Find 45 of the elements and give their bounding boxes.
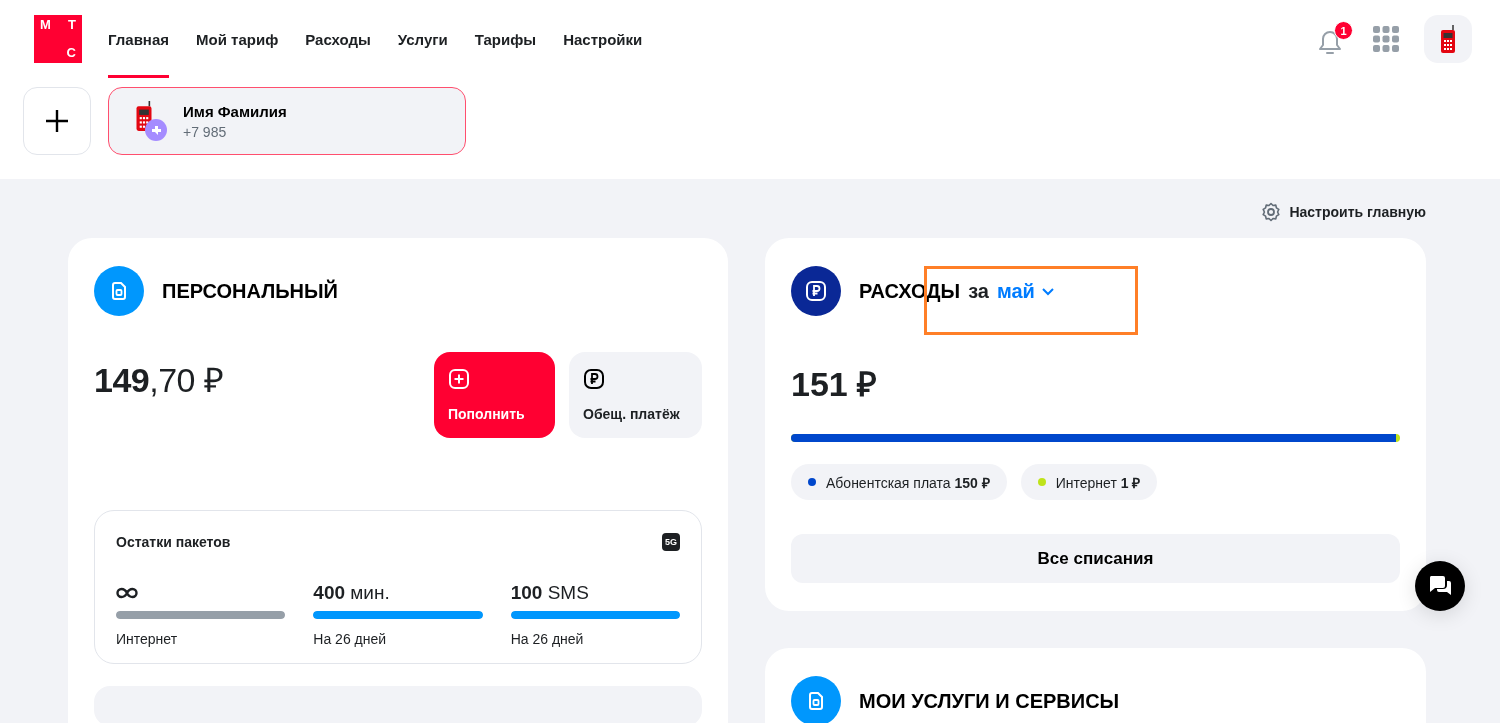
notification-count: 1: [1334, 21, 1353, 40]
nav-tab[interactable]: Мой тариф: [196, 0, 279, 78]
promised-payment-button[interactable]: Обещ. платёж: [569, 352, 702, 438]
package-amount: 400 мин.: [313, 582, 390, 604]
account-phone: +7 985: [183, 123, 228, 140]
services-title: МОИ УСЛУГИ И СЕРВИСЫ: [859, 689, 1120, 713]
package-amount: 100 SMS: [510, 582, 589, 604]
nav-tab[interactable]: Расходы: [305, 0, 371, 78]
expense-chip: Абонентская плата 150 ₽: [791, 464, 1007, 500]
period-prefix: за: [968, 279, 989, 303]
balance-amount: 149,70 ₽: [94, 360, 224, 401]
account-card[interactable]: Имя Фамилия +7 985: [108, 87, 466, 155]
nav-tab[interactable]: Услуги: [397, 0, 448, 78]
expense-chip: Интернет 1 ₽: [1020, 464, 1158, 500]
nav-tab[interactable]: Тарифы: [474, 0, 537, 78]
all-charges-button[interactable]: Все списания: [791, 534, 1400, 583]
chat-button[interactable]: [1415, 561, 1465, 611]
apps-grid-icon[interactable]: [1373, 26, 1399, 52]
ruble-icon: [583, 368, 605, 390]
packages-title: Остатки пакетов: [116, 534, 231, 550]
logo[interactable]: М Т С: [34, 15, 82, 63]
chat-bubbles-icon: [1427, 574, 1453, 598]
add-account-button[interactable]: [23, 87, 91, 155]
period-dropdown[interactable]: май: [996, 279, 1055, 303]
package-caption: На 26 дней: [313, 631, 388, 647]
network-badge: 5G: [662, 533, 680, 551]
package-caption: Интернет: [116, 631, 179, 647]
mobile-phone-icon: [1440, 25, 1456, 53]
badge-icon: [145, 119, 167, 141]
account-name: Имя Фамилия: [183, 102, 287, 120]
tariff-title: ПЕРСОНАЛЬНЫЙ: [162, 279, 338, 303]
infinity-icon: [116, 587, 138, 599]
package-caption: На 26 дней: [510, 631, 585, 647]
nav-tab[interactable]: Настройки: [563, 0, 643, 78]
chevron-down-icon: [1040, 286, 1055, 296]
top-up-button[interactable]: Пополнить: [434, 352, 555, 438]
profile-avatar[interactable]: [1424, 15, 1472, 63]
customize-home-link[interactable]: Настроить главную: [1289, 204, 1426, 220]
ruble-icon: [805, 280, 827, 302]
plus-icon: [44, 108, 70, 134]
notifications-button[interactable]: 1: [1317, 21, 1353, 57]
plus-square-icon: [448, 368, 470, 390]
settings-icon: [1261, 202, 1282, 222]
nav-tab[interactable]: Главная: [108, 0, 169, 78]
spending-total: 151 ₽: [791, 364, 879, 405]
